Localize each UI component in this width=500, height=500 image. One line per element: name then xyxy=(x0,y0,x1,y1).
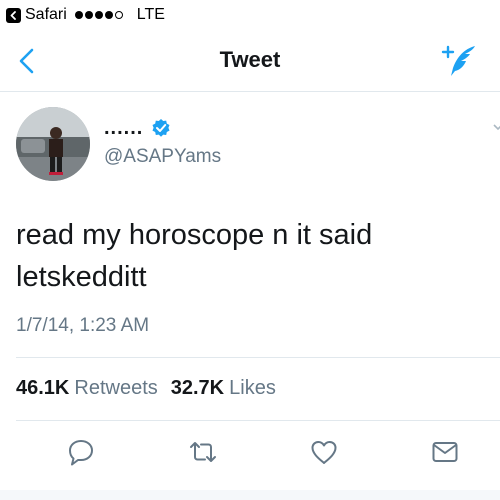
reply-button[interactable] xyxy=(66,437,96,467)
status-bar: Safari LTE xyxy=(0,0,500,30)
direct-message-button[interactable] xyxy=(430,437,460,467)
display-name: ...... xyxy=(104,117,144,139)
like-button[interactable] xyxy=(309,437,339,467)
reply-icon xyxy=(69,440,93,466)
back-to-safari[interactable]: Safari xyxy=(6,6,67,24)
back-app-label: Safari xyxy=(25,6,67,23)
tweet-timestamp: 1/7/14, 1:23 AM xyxy=(16,315,150,336)
likes-count[interactable]: 32.7K xyxy=(171,377,224,400)
tweet-text: read my horoscope n it said letskedditt xyxy=(16,214,486,298)
back-chevron-icon xyxy=(6,7,21,23)
avatar[interactable] xyxy=(16,107,90,181)
carrier-label: LTE xyxy=(136,6,165,23)
divider xyxy=(16,357,500,358)
nav-bar: Tweet xyxy=(0,30,500,92)
likes-label[interactable]: Likes xyxy=(229,377,276,400)
tweet-text-line-2: letskedditt xyxy=(16,261,147,293)
user-handle[interactable]: @ASAPYams xyxy=(104,146,221,168)
compose-tweet-button[interactable] xyxy=(440,43,480,79)
signal-strength-icon xyxy=(74,11,125,19)
verified-badge-icon xyxy=(152,119,170,137)
tweet-text-line-1: read my horoscope n it said xyxy=(16,219,373,251)
tweet-actions xyxy=(0,437,500,469)
bottom-strip xyxy=(0,490,500,500)
chevron-down-icon[interactable] xyxy=(493,122,500,132)
retweet-icon xyxy=(190,442,216,462)
compose-tweet-icon xyxy=(441,45,475,76)
retweets-count[interactable]: 46.1K xyxy=(16,377,69,400)
author-name-row[interactable]: ...... xyxy=(104,118,171,138)
divider xyxy=(16,420,500,421)
like-icon xyxy=(311,441,337,464)
page-title: Tweet xyxy=(219,47,281,72)
message-icon xyxy=(432,442,458,462)
retweets-label[interactable]: Retweets xyxy=(74,377,157,400)
retweet-button[interactable] xyxy=(188,437,218,467)
tweet-stats: 46.1K Retweets 32.7K Likes xyxy=(16,377,289,400)
